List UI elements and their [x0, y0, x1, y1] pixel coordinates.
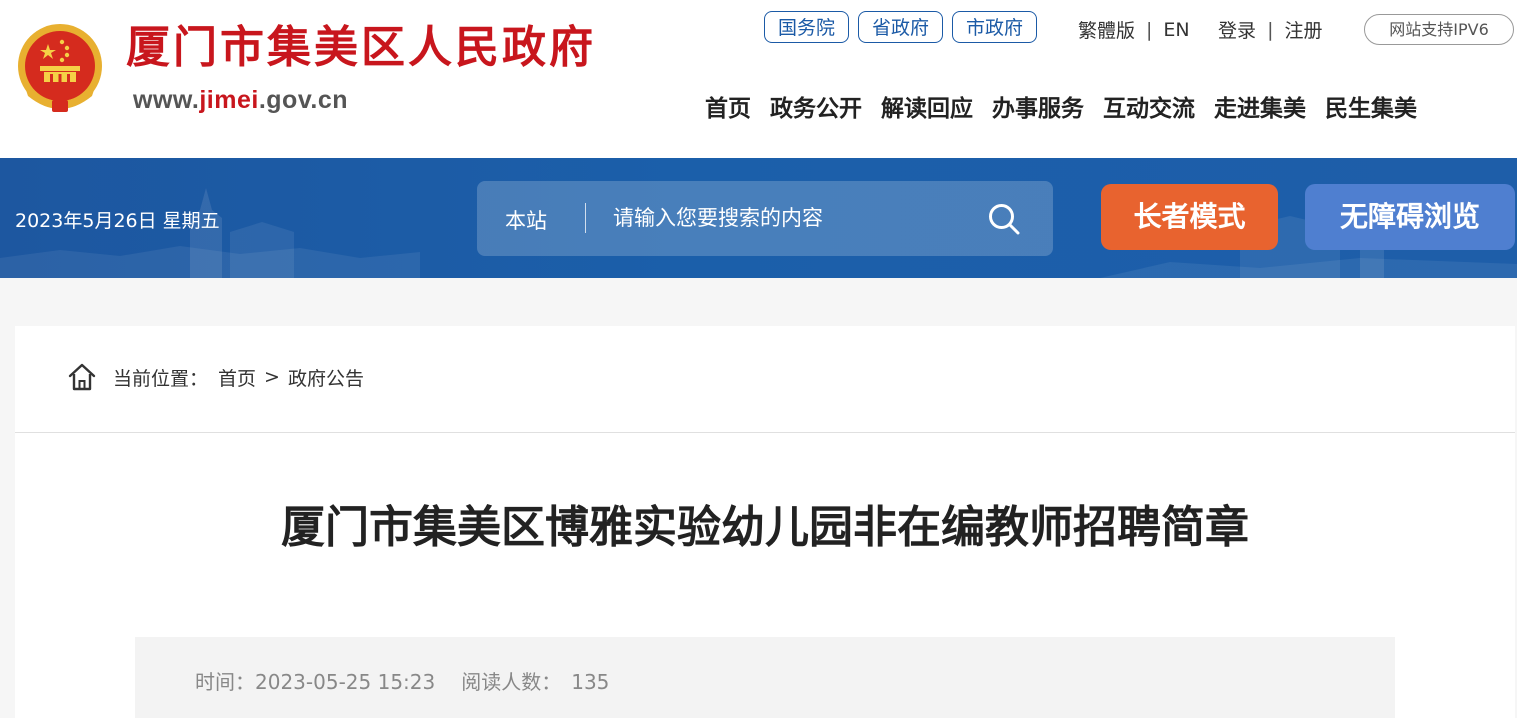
nav-about-jimei[interactable]: 走进集美 — [1214, 92, 1306, 126]
search-input[interactable] — [603, 197, 993, 239]
views-label: 阅读人数： — [461, 670, 562, 694]
search-icon[interactable] — [987, 202, 1021, 236]
nav-interpretation[interactable]: 解读回应 — [881, 92, 973, 126]
accessibility-button[interactable]: 无障碍浏览 — [1305, 184, 1515, 250]
article-card: 当前位置： 首页 > 政府公告 厦门市集美区博雅实验幼儿园非在编教师招聘简章 时… — [15, 326, 1515, 718]
search-divider — [585, 203, 586, 233]
url-prefix: www. — [133, 86, 200, 114]
article-meta: 时间：2023-05-25 15:23 阅读人数： 135 — [195, 666, 609, 695]
link-city-gov[interactable]: 市政府 — [952, 11, 1038, 43]
nav-livelihood[interactable]: 民生集美 — [1325, 92, 1417, 126]
gov-links: 国务院 省政府 市政府 — [764, 11, 1038, 43]
views-value: 135 — [571, 670, 610, 694]
nav-services[interactable]: 办事服务 — [992, 92, 1084, 126]
current-date: 2023年5月26日 星期五 — [15, 210, 220, 232]
site-header: 厦门市集美区人民政府 www.jimei.gov.cn 国务院 省政府 市政府 … — [0, 0, 1517, 158]
search-banner: 2023年5月26日 星期五 本站 长者模式 无障碍浏览 — [0, 158, 1517, 278]
breadcrumb: 当前位置： 首页 > 政府公告 — [67, 362, 364, 392]
breadcrumb-separator: > — [264, 366, 280, 388]
link-province-gov[interactable]: 省政府 — [858, 11, 944, 43]
site-name[interactable]: 厦门市集美区人民政府 — [126, 26, 596, 70]
divider: | — [1267, 18, 1274, 41]
divider — [15, 432, 1515, 433]
breadcrumb-label: 当前位置： — [113, 367, 209, 390]
time-value: 2023-05-25 15:23 — [255, 670, 436, 694]
nav-gov-affairs[interactable]: 政务公开 — [770, 92, 862, 126]
national-emblem-icon — [18, 24, 102, 112]
divider: | — [1146, 18, 1153, 41]
site-url[interactable]: www.jimei.gov.cn — [133, 86, 348, 115]
url-suffix: .gov.cn — [258, 86, 349, 114]
login-link[interactable]: 登录 — [1218, 16, 1256, 43]
url-highlight: jimei — [199, 86, 259, 114]
search-box: 本站 — [477, 181, 1053, 256]
search-scope-select[interactable]: 本站 — [505, 205, 547, 235]
traditional-chinese-link[interactable]: 繁體版 — [1078, 16, 1135, 43]
main-nav: 首页 政务公开 解读回应 办事服务 互动交流 走进集美 民生集美 — [705, 92, 1417, 126]
english-link[interactable]: EN — [1163, 19, 1189, 41]
breadcrumb-home[interactable]: 首页 — [218, 364, 256, 391]
elder-mode-button[interactable]: 长者模式 — [1101, 184, 1278, 250]
top-utility-links: 繁體版 | EN | 登录 | 注册 — [1078, 16, 1322, 43]
home-icon[interactable] — [67, 362, 97, 392]
register-link[interactable]: 注册 — [1284, 16, 1322, 43]
breadcrumb-current[interactable]: 政府公告 — [288, 364, 364, 391]
ipv6-badge[interactable]: 网站支持IPV6 — [1364, 14, 1514, 45]
nav-interaction[interactable]: 互动交流 — [1103, 92, 1195, 126]
link-state-council[interactable]: 国务院 — [764, 11, 850, 43]
nav-home[interactable]: 首页 — [705, 92, 751, 126]
time-label: 时间： — [195, 670, 255, 694]
article-title: 厦门市集美区博雅实验幼儿园非在编教师招聘简章 — [281, 502, 1249, 553]
article-meta-bar: 时间：2023-05-25 15:23 阅读人数： 135 — [135, 637, 1395, 718]
